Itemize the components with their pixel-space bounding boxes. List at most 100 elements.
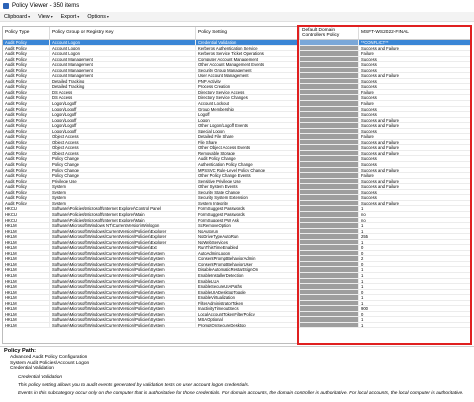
table-row[interactable]: HKLM Software\Microsoft\Windows\CurrentVe… <box>3 322 471 329</box>
cell-default-dc-policy <box>300 78 359 84</box>
cell-msft-ws2022-final: no <box>359 211 471 217</box>
cell-msft-ws2022-final: 0 <box>359 245 471 250</box>
cell-policy-type: Audit Policy <box>3 73 50 78</box>
cell-policy-group: Policy Change <box>50 162 196 167</box>
cell-policy-type: Audit Policy <box>3 117 50 123</box>
menu-view[interactable]: View ▾ <box>38 14 53 20</box>
cell-default-dc-policy <box>300 145 359 150</box>
cell-policy-group: Detailed Tracking <box>50 78 196 84</box>
menu-clipboard[interactable]: Clipboard ▾ <box>4 14 30 20</box>
cell-default-dc-policy <box>300 228 359 234</box>
cell-policy-group: Account Management <box>50 67 196 73</box>
cell-default-dc-policy <box>300 167 359 173</box>
cell-policy-setting: Account Lockout <box>196 101 300 106</box>
cell-policy-type: Audit Policy <box>3 167 50 173</box>
menu-options[interactable]: Options ▾ <box>87 14 109 20</box>
cell-default-dc-policy <box>300 56 359 62</box>
column-header-policy-setting[interactable]: Policy Setting <box>196 27 300 39</box>
cell-policy-group: Account Logon <box>50 40 196 45</box>
cell-msft-ws2022-final: Success <box>359 67 471 73</box>
cell-policy-type: Audit Policy <box>3 56 50 62</box>
cell-policy-setting: NoWebServices <box>196 239 300 245</box>
chevron-down-icon: ▾ <box>106 14 109 19</box>
cell-policy-type: HKLM <box>3 284 50 289</box>
cell-default-dc-policy <box>300 250 359 256</box>
cell-policy-group: Object Access <box>50 134 196 139</box>
cell-msft-ws2022-final: 1 <box>359 272 471 278</box>
cell-policy-group: Software\Microsoft\Windows\CurrentVersio… <box>50 261 196 267</box>
cell-msft-ws2022-final: 1 <box>359 278 471 284</box>
cell-policy-group: Software\Microsoft\Windows\CurrentVersio… <box>50 228 196 234</box>
description-text: Events in this subcategory occur only on… <box>18 390 464 396</box>
cell-policy-type: Audit Policy <box>3 139 50 145</box>
cell-msft-ws2022-final: Success <box>359 78 471 84</box>
cell-policy-type: Audit Policy <box>3 156 50 162</box>
column-header-msft-ws2022-final[interactable]: MSFT-WS2022-FINAL <box>359 27 471 39</box>
cell-default-dc-policy <box>300 123 359 128</box>
cell-default-dc-policy <box>300 300 359 306</box>
cell-msft-ws2022-final: 1 <box>359 295 471 300</box>
cell-policy-setting: FormSuggest PW Ask <box>196 217 300 223</box>
cell-policy-type: Audit Policy <box>3 178 50 184</box>
cell-policy-setting: Logon <box>196 117 300 123</box>
menu-export[interactable]: Export ▾ <box>61 14 80 20</box>
cell-msft-ws2022-final: no <box>359 217 471 223</box>
cell-policy-type: Audit Policy <box>3 84 50 89</box>
chevron-down-icon: ▾ <box>50 14 53 19</box>
cell-policy-group: Software\Microsoft\Windows\CurrentVersio… <box>50 267 196 272</box>
cell-policy-setting: System Integrity <box>196 200 300 206</box>
cell-msft-ws2022-final: Success <box>359 95 471 101</box>
cell-default-dc-policy <box>300 62 359 67</box>
cell-default-dc-policy <box>300 95 359 101</box>
column-header-default-dc-policy[interactable]: Default Domain Controllers Policy <box>300 27 359 39</box>
column-header-policy-group[interactable]: Policy Group or Registry Key <box>50 27 196 39</box>
chevron-down-icon: ▾ <box>28 14 31 19</box>
cell-default-dc-policy <box>300 256 359 261</box>
cell-msft-ws2022-final: Success <box>359 195 471 200</box>
chevron-down-icon: ▾ <box>77 14 80 19</box>
window-titlebar: Policy Viewer - 350 items <box>0 0 474 12</box>
cell-policy-setting: ScRemoveOption <box>196 223 300 228</box>
cell-policy-setting: File Share <box>196 139 300 145</box>
cell-policy-group: Privilege Use <box>50 178 196 184</box>
cell-policy-setting: Computer Account Management <box>196 56 300 62</box>
cell-policy-group: Software\Microsoft\Windows\CurrentVersio… <box>50 306 196 311</box>
cell-policy-setting: NoAutorun <box>196 228 300 234</box>
cell-policy-setting: EnableInstallerDetection <box>196 272 300 278</box>
cell-policy-setting: ConsentPromptBehaviorAdmin <box>196 256 300 261</box>
cell-msft-ws2022-final: Success and Failure <box>359 184 471 189</box>
cell-default-dc-policy <box>300 162 359 167</box>
cell-policy-group: Software\Policies\Microsoft\Internet Exp… <box>50 206 196 211</box>
cell-policy-type: Audit Policy <box>3 200 50 206</box>
cell-policy-group: Software\Microsoft\Windows\CurrentVersio… <box>50 284 196 289</box>
column-header-policy-type[interactable]: Policy Type <box>3 27 50 39</box>
cell-msft-ws2022-final: Success and Failure <box>359 73 471 78</box>
cell-policy-type: HKLM <box>3 234 50 239</box>
cell-policy-group: Account Management <box>50 56 196 62</box>
cell-policy-type: HKCU <box>3 217 50 223</box>
cell-default-dc-policy <box>300 184 359 189</box>
cell-policy-setting: LocalAccountTokenFilterPolicy <box>196 311 300 317</box>
cell-policy-type: HKLM <box>3 311 50 317</box>
cell-msft-ws2022-final: Success <box>359 56 471 62</box>
cell-msft-ws2022-final: Success <box>359 112 471 117</box>
cell-policy-type: Audit Policy <box>3 51 50 56</box>
cell-policy-type: Audit Policy <box>3 128 50 134</box>
cell-msft-ws2022-final: 2 <box>359 256 471 261</box>
cell-policy-setting: EnableUIADesktopToggle <box>196 289 300 295</box>
cell-policy-type: HKLM <box>3 322 50 328</box>
cell-default-dc-policy <box>300 134 359 139</box>
cell-policy-type: HKLM <box>3 228 50 234</box>
cell-msft-ws2022-final: Success and Failure <box>359 150 471 156</box>
cell-policy-type: HKLM <box>3 300 50 306</box>
cell-policy-type: Audit Policy <box>3 134 50 139</box>
cell-policy-group: Software\Microsoft\Windows NT\CurrentVer… <box>50 223 196 228</box>
cell-policy-group: System <box>50 184 196 189</box>
cell-policy-type: HKLM <box>3 278 50 284</box>
cell-policy-setting: EnableSecureUIAPaths <box>196 284 300 289</box>
cell-default-dc-policy <box>300 200 359 206</box>
cell-default-dc-policy <box>300 217 359 223</box>
cell-default-dc-policy <box>300 40 359 45</box>
cell-policy-group: Policy Change <box>50 173 196 178</box>
cell-policy-group: Software\Microsoft\Windows\CurrentVersio… <box>50 311 196 317</box>
